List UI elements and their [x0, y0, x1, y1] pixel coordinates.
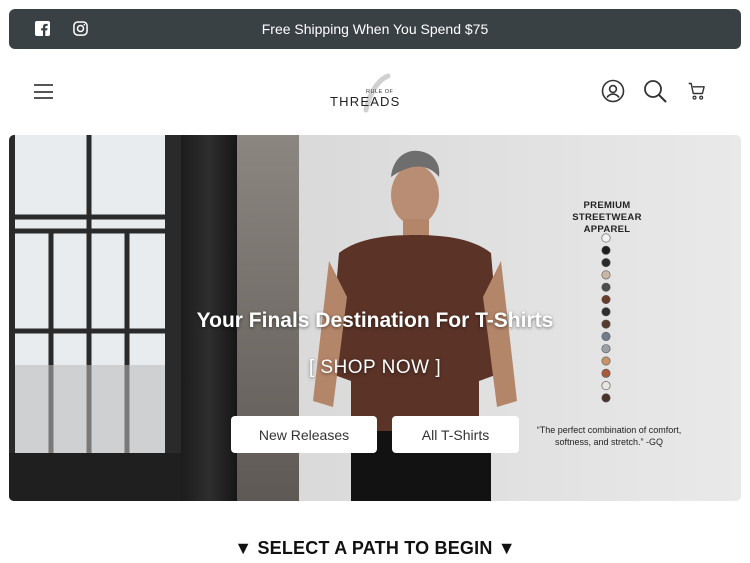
site-header: RULE OF THREADS	[0, 60, 750, 124]
logo[interactable]: RULE OF THREADS	[326, 70, 426, 116]
announcement-text: Free Shipping When You Spend $75	[261, 21, 489, 37]
premium-streetwear-heading: PREMIUM STREETWEAR APPAREL	[548, 200, 666, 236]
account-icon[interactable]	[600, 78, 626, 104]
facebook-icon[interactable]	[35, 21, 51, 37]
hero-title: Your Finals Destination For T-Shirts	[196, 309, 554, 332]
instagram-icon[interactable]	[73, 21, 89, 37]
select-path-heading: ▼ SELECT A PATH TO BEGIN ▼	[234, 538, 516, 558]
color-swatch	[601, 245, 611, 255]
apparel-line: APPAREL	[583, 224, 631, 235]
color-swatch	[601, 331, 611, 341]
new-releases-button[interactable]: New Releases	[231, 416, 377, 453]
color-swatch	[601, 381, 611, 391]
all-tshirts-button[interactable]: All T-Shirts	[392, 416, 519, 453]
gq-quote: “The perfect combination of comfort, sof…	[520, 424, 698, 448]
header-icons	[600, 78, 710, 104]
color-swatch	[601, 258, 611, 268]
color-swatch	[601, 282, 611, 292]
search-icon[interactable]	[642, 78, 668, 104]
logo-main-text: THREADS	[330, 94, 401, 109]
color-swatch	[601, 295, 611, 305]
shop-now-link[interactable]: [ SHOP NOW ]	[0, 357, 750, 379]
premium-streetwear-line: PREMIUM STREETWEAR	[572, 200, 642, 223]
color-swatch	[601, 344, 611, 354]
quote-line-1: “The perfect combination of comfort,	[536, 425, 682, 435]
color-swatch	[601, 270, 611, 280]
social-links	[35, 9, 89, 49]
color-swatch	[601, 393, 611, 403]
cart-icon[interactable]	[684, 78, 710, 104]
menu-icon[interactable]	[34, 84, 53, 99]
announcement-bar: Free Shipping When You Spend $75	[9, 9, 741, 49]
quote-line-2: softness, and stretch.” -GQ	[554, 437, 664, 447]
